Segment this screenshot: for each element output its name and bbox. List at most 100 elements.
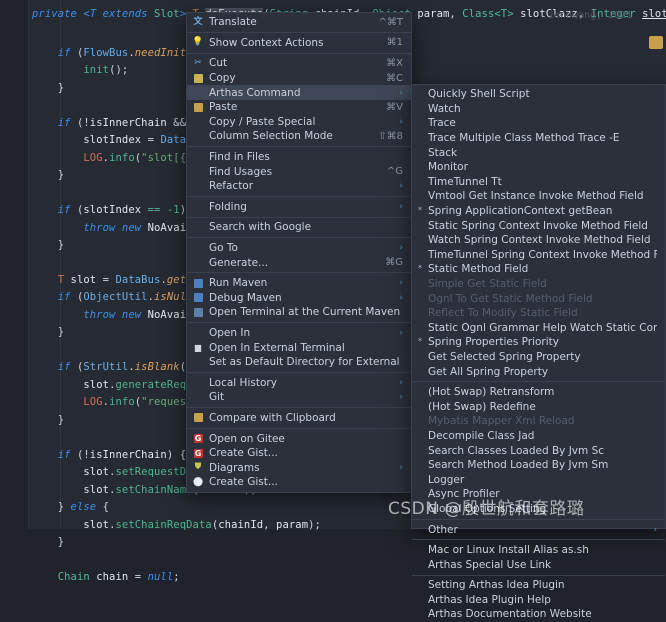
arthas-arthas-documentation-website[interactable]: Arthas Documentation Website [412,607,665,622]
ctx-copy-paste-special[interactable]: Copy / Paste Special › [187,115,411,130]
editor-gutter [0,0,29,529]
ctx-refactor[interactable]: Refactor › [187,179,411,194]
chevron-right-icon: › [653,524,657,535]
menu-item-label: Find Usages [209,165,273,178]
ctx-arthas-command[interactable]: Arthas Command › [187,85,411,100]
code-line: Chain chain = null; [57,571,180,583]
arthas-trace[interactable]: Trace [412,116,665,131]
menu-item-label: Trace [428,117,456,130]
menu-item-label: Logger [428,473,465,486]
menu-item-label: TimeTunnel Spring Context Invoke Method … [428,248,657,261]
code-line: } [57,169,65,181]
ctx-create-gist[interactable]: ⬤ Create Gist... [187,475,411,490]
arthas-other[interactable]: Other › [412,522,665,537]
editor-context-menu[interactable]: 文 Translate ^⌘T 💡 Show Context Actions ⌘1 ✂ Cut… [186,12,412,493]
ctx-diagrams[interactable]: ⛊ Diagrams › [187,460,411,475]
clipboard-icon[interactable] [649,36,663,49]
arthas-watch-spring-context-invoke-method-field[interactable]: Watch Spring Context Invoke Method Field [412,233,665,248]
menu-separator [187,196,411,198]
menu-item-label: Watch [428,102,461,115]
menu-item-label: Vmtool Get Instance Invoke Method Field [428,190,644,203]
arthas-logger[interactable]: Logger [412,472,665,487]
arthas-stack[interactable]: Stack [412,145,665,160]
arthas-get-selected-spring-property[interactable]: Get Selected Spring Property [412,350,665,365]
arthas-async-profiler[interactable]: Async Profiler [412,487,665,502]
menu-item-shortcut: ⌘1 [386,37,403,49]
menu-item-label: Translate [209,16,257,29]
menu-item-label: Ognl To Get Static Method Field [428,292,593,305]
ctx-column-selection-mode[interactable]: Column Selection Mode ⇧⌘8 [187,129,411,144]
chevron-right-icon: › [399,392,403,403]
menu-item-label: Open In [209,326,251,339]
arthas-static-ognl-grammar-help-watch-static-content[interactable]: Static Ognl Grammar Help Watch Static Co… [412,321,665,336]
ctx-show-context-actions[interactable]: 💡 Show Context Actions ⌘1 [187,36,411,51]
chevron-right-icon: › [399,462,403,473]
ctx-open-in-external-terminal[interactable]: ▆ Open In External Terminal [187,340,411,355]
ctx-search-with-google[interactable]: Search with Google [187,220,411,235]
menu-item-label: Arthas Special Use Link [428,558,552,571]
menu-item-label: Mybatis Mapper Xml Reload [428,415,575,428]
ctx-git[interactable]: Git › [187,390,411,405]
arthas-timetunnel-tt[interactable]: TimeTunnel Tt [412,175,665,190]
ctx-open-terminal-at-the-current-maven-module-path[interactable]: Open Terminal at the Current Maven Modul… [187,305,411,320]
arthas-get-all-spring-property[interactable]: Get All Spring Property [412,364,665,379]
code-line: } [57,239,65,251]
ctx-folding[interactable]: Folding › [187,200,411,215]
arthas-mybatis-mapper-xml-reload: Mybatis Mapper Xml Reload [412,414,665,429]
arthas-search-method-loaded-by-jvm-sm[interactable]: Search Method Loaded By Jvm Sm [412,458,665,473]
arthas-mac-or-linux-install-alias-as-sh[interactable]: Mac or Linux Install Alias as.sh [412,543,665,558]
code-line: } [57,326,65,338]
ctx-find-usages[interactable]: Find Usages ^G [187,164,411,179]
arthas-monitor[interactable]: Monitor [412,160,665,175]
menu-item-label: Search with Google [209,221,312,234]
arthas-search-classes-loaded-by-jvm-sc[interactable]: Search Classes Loaded By Jvm Sc [412,443,665,458]
arthas-hot-swap-retransform[interactable]: (Hot Swap) Retransform [412,385,665,400]
chevron-right-icon: › [399,377,403,388]
arthas-decompile-class-jad[interactable]: Decompile Class Jad [412,429,665,444]
ctx-cut[interactable]: ✂ Cut ⌘X [187,56,411,71]
maven-debug-icon [187,293,209,303]
arthas-spring-applicationcontext-getbean[interactable]: * Spring ApplicationContext getBean [412,204,665,219]
arthas-vmtool-get-instance-invoke-method-field[interactable]: Vmtool Get Instance Invoke Method Field [412,189,665,204]
ctx-paste[interactable]: Paste ⌘V [187,100,411,115]
ctx-generate[interactable]: Generate... ⌘G [187,255,411,270]
arthas-watch[interactable]: Watch [412,102,665,117]
menu-item-label: Cut [209,57,228,70]
ctx-debug-maven[interactable]: Debug Maven › [187,291,411,306]
ctx-local-history[interactable]: Local History › [187,375,411,390]
ctx-open-on-gitee[interactable]: G Open on Gitee [187,431,411,446]
ctx-set-as-default-directory-for-external-terminal[interactable]: Set as Default Directory for External Te… [187,355,411,370]
arthas-trace-multiple-class-method-trace-e[interactable]: Trace Multiple Class Method Trace -E [412,131,665,146]
menu-separator [187,407,411,409]
ctx-compare-with-clipboard[interactable]: Compare with Clipboard [187,411,411,426]
arthas-static-method-field[interactable]: * Static Method Field [412,262,665,277]
menu-item-label: Generate... [209,256,269,269]
menu-item-label: Search Method Loaded By Jvm Sm [428,459,609,472]
ctx-copy[interactable]: Copy ⌘C [187,71,411,86]
code-line: init(); [83,64,129,76]
ctx-run-maven[interactable]: Run Maven › [187,276,411,291]
arthas-command-submenu[interactable]: Quickly Shell Script Watch Trace Trace Mult… [411,84,666,620]
ctx-create-gist[interactable]: G Create Gist... [187,446,411,461]
arthas-arthas-special-use-link[interactable]: Arthas Special Use Link [412,557,665,572]
arthas-quickly-shell-script[interactable]: Quickly Shell Script [412,87,665,102]
arthas-global-options-setting[interactable]: Global Options Setting [412,502,665,517]
chevron-right-icon: › [399,292,403,303]
ctx-open-in[interactable]: Open In › [187,326,411,341]
arthas-spring-properties-priority[interactable]: * Spring Properties Priority [412,335,665,350]
menu-separator [187,237,411,239]
menu-item-label: Create Gist... [209,447,278,460]
arthas-simple-get-static-field: Simple Get Static Field [412,277,665,292]
arthas-static-spring-context-invoke-method-field[interactable]: Static Spring Context Invoke Method Fiel… [412,218,665,233]
menu-item-label: Diagrams [209,461,260,474]
ctx-go-to[interactable]: Go To › [187,241,411,256]
arthas-timetunnel-spring-context-invoke-method-field[interactable]: TimeTunnel Spring Context Invoke Method … [412,248,665,263]
ctx-translate[interactable]: 文 Translate ^⌘T [187,15,411,30]
menu-item-label: Find in Files [209,151,270,164]
copy-icon [187,73,209,83]
arthas-arthas-idea-plugin-help[interactable]: Arthas Idea Plugin Help [412,593,665,608]
arthas-ognl-to-get-static-method-field: Ognl To Get Static Method Field [412,291,665,306]
arthas-setting-arthas-idea-plugin[interactable]: Setting Arthas Idea Plugin [412,578,665,593]
ctx-find-in-files[interactable]: Find in Files [187,150,411,165]
arthas-hot-swap-redefine[interactable]: (Hot Swap) Redefine [412,399,665,414]
